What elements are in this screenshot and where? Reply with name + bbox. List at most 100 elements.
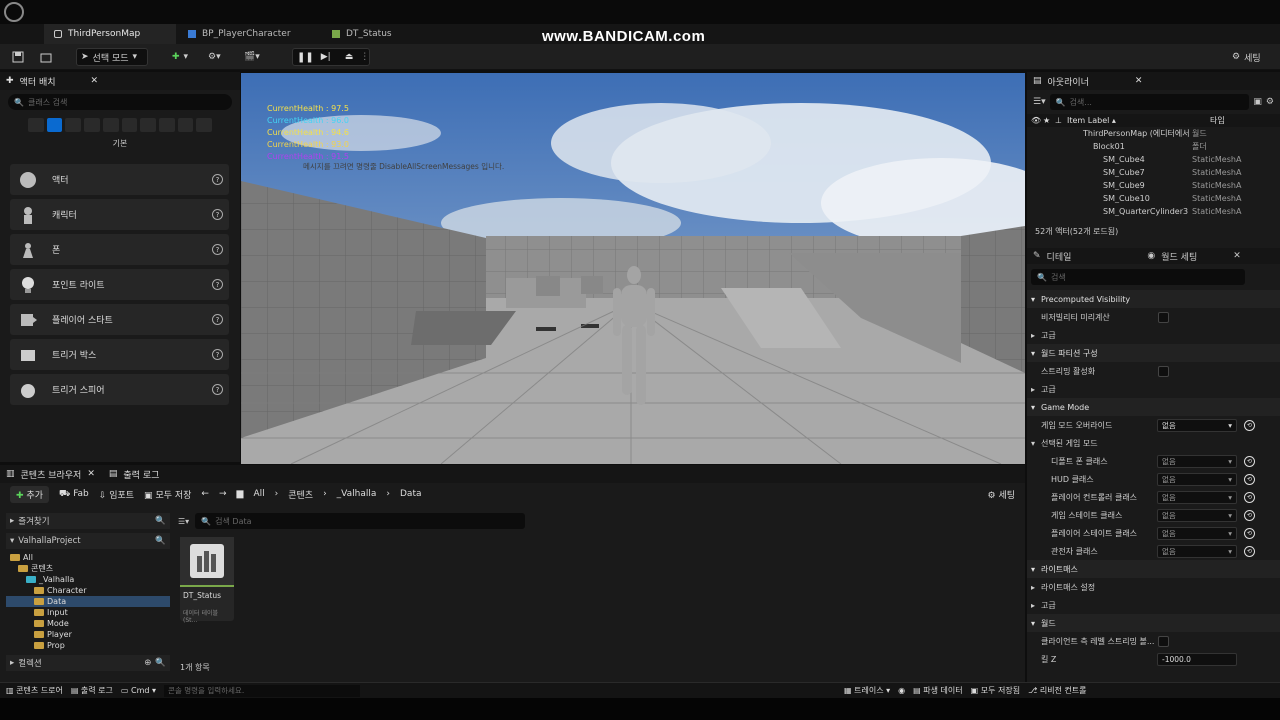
browse-arrow-icon[interactable]: ⟲ (1244, 527, 1255, 539)
unreal-logo[interactable] (4, 2, 24, 22)
class-dropdown[interactable]: 없음 ▾ (1157, 526, 1237, 540)
tab-world-settings[interactable]: 월드 세팅 (1161, 250, 1197, 263)
gear-icon[interactable]: ⚙ (1266, 97, 1274, 107)
more-icon[interactable]: ⋮ (360, 52, 369, 62)
step-icon[interactable]: ▶| (321, 52, 331, 62)
breadcrumb-data[interactable]: Data (400, 489, 422, 499)
shapes-icon[interactable] (84, 118, 100, 132)
help-icon[interactable]: ? (212, 384, 223, 395)
class-dropdown[interactable]: 없음 ▾ (1157, 454, 1237, 468)
outliner-row[interactable]: SM_QuarterCylinder3 StaticMeshA (1027, 205, 1280, 218)
visual-effects-icon[interactable] (121, 118, 138, 132)
help-icon[interactable]: ? (212, 349, 223, 360)
class-dropdown[interactable]: 없음 ▾ (1157, 418, 1237, 432)
class-dropdown[interactable]: 없음 ▾ (1157, 544, 1237, 558)
help-icon[interactable]: ? (212, 314, 223, 325)
help-icon[interactable]: ? (212, 244, 223, 255)
misc-icon[interactable] (196, 118, 213, 132)
search-icon[interactable]: 🔍 (155, 516, 166, 526)
browse-arrow-icon[interactable]: ⟲ (1244, 509, 1255, 521)
favorites-header[interactable]: ▸ 즐겨찾기 🔍 (6, 513, 170, 529)
folder-tree-item[interactable]: Data (6, 596, 170, 607)
browse-arrow-icon[interactable]: ⟲ (1244, 455, 1255, 467)
output-log-button[interactable]: ▤ 출력 로그 (71, 685, 113, 696)
volumes-icon[interactable] (158, 118, 175, 132)
all-classes-icon[interactable] (177, 118, 194, 132)
eject-icon[interactable]: ⏏ (345, 52, 354, 62)
asset-tile-dt-status[interactable]: DT_Status 데이터 테이블 (St... (180, 537, 234, 624)
actor-item-pawn[interactable]: 폰 ? (10, 234, 229, 265)
save-icon[interactable] (8, 48, 28, 66)
add-folder-icon[interactable]: ▣ (1253, 97, 1262, 107)
pin-icon[interactable]: ⊥ (1055, 116, 1067, 125)
folder-tree-item[interactable]: Input (6, 607, 170, 618)
console-input[interactable]: 콘솔 명령을 입력하세요. (164, 684, 361, 697)
settings-button[interactable]: ⚙ 세팅 (987, 488, 1015, 501)
tab-output-log[interactable]: 출력 로그 (123, 468, 159, 481)
actor-item-point-light[interactable]: 포인트 라이트 ? (10, 269, 229, 300)
actor-item-actor[interactable]: 액터 ? (10, 164, 229, 195)
details-row-section[interactable]: ▾ Precomputed Visibility (1027, 290, 1280, 308)
details-row-section[interactable]: ▾ 월드 파티션 구성 (1027, 344, 1280, 362)
folder-tree-item[interactable]: Player (6, 629, 170, 640)
project-header[interactable]: ▾ ValhallaProject 🔍 (6, 533, 170, 549)
checkbox[interactable] (1158, 635, 1169, 647)
details-row-collapsed[interactable]: ▸ 고급 (1027, 326, 1280, 344)
details-row-collapsed[interactable]: ▸ 고급 (1027, 596, 1280, 614)
revision-control-button[interactable]: ⎇ 리비전 컨트롤 (1028, 685, 1086, 696)
content-drawer-button[interactable]: ▥ 콘텐츠 드로어 (6, 685, 63, 696)
breadcrumb-valhalla[interactable]: _Valhalla (337, 489, 377, 499)
browse-icon[interactable] (36, 48, 56, 66)
save-all-status-button[interactable]: ▣ 모두 저장됨 (971, 685, 1020, 696)
breadcrumb-content[interactable]: 콘텐츠 (288, 488, 313, 501)
visibility-icon[interactable]: 👁 (1031, 116, 1043, 125)
class-dropdown[interactable]: 없음 ▾ (1157, 490, 1237, 504)
tab-details[interactable]: 디테일 (1047, 250, 1072, 263)
browse-arrow-icon[interactable]: ⟲ (1244, 491, 1255, 503)
checkbox[interactable] (1158, 311, 1169, 323)
details-row-collapsed[interactable]: ▸ 고급 (1027, 380, 1280, 398)
derived-data-button[interactable]: ▤ 파생 데이터 (913, 685, 962, 696)
outliner-row[interactable]: SM_Cube4 StaticMeshA (1027, 153, 1280, 166)
close-icon[interactable]: ✕ (1135, 76, 1143, 86)
details-row-section[interactable]: ▾ Game Mode (1027, 398, 1280, 416)
add-actor-icon[interactable]: ✚ ▾ (168, 48, 192, 66)
geometry-icon[interactable] (140, 118, 156, 132)
blueprint-menu-icon[interactable]: ⚙▾ (204, 48, 225, 66)
folder-tree-item[interactable]: Mode (6, 618, 170, 629)
outliner-row[interactable]: SM_Cube7 StaticMeshA (1027, 166, 1280, 179)
folder-tree-item[interactable]: _Valhalla (6, 574, 170, 585)
class-dropdown[interactable]: 없음 ▾ (1157, 508, 1237, 522)
tab-bp-playercharacter[interactable]: BP_PlayerCharacter (178, 24, 318, 44)
record-icon[interactable]: ◉ (898, 686, 905, 695)
folder-tree-item[interactable]: Character (6, 585, 170, 596)
cinematic-icon[interactable] (102, 118, 119, 132)
collections-header[interactable]: ▸ 컬렉션 ⊕ 🔍 (6, 655, 170, 671)
back-icon[interactable]: ← (201, 489, 209, 499)
tab-dt-status[interactable]: DT_Status (322, 24, 442, 44)
pause-icon[interactable]: ❚❚ (297, 52, 314, 63)
browse-arrow-icon[interactable]: ⟲ (1244, 545, 1255, 557)
kill-z-input[interactable]: -1000.0 (1157, 652, 1237, 666)
search-icon[interactable]: 🔍 (155, 658, 166, 668)
search-icon[interactable]: 🔍 (155, 536, 166, 546)
forward-icon[interactable]: → (219, 489, 227, 499)
outliner-search-input[interactable]: 🔍 검색... (1049, 94, 1250, 110)
class-search-input[interactable]: 🔍 클래스 검색 (8, 94, 232, 110)
close-icon[interactable]: ✕ (90, 76, 98, 86)
select-mode-dropdown[interactable]: ➤ 선택 모드 ▾ (76, 48, 148, 66)
star-icon[interactable]: ★ (1043, 116, 1055, 125)
details-row-section[interactable]: ▾ 라이트매스 (1027, 560, 1280, 578)
folder-tree-item[interactable]: Prop (6, 640, 170, 651)
details-row-section[interactable]: ▾ 월드 (1027, 614, 1280, 632)
browse-arrow-icon[interactable]: ⟲ (1244, 473, 1255, 485)
class-dropdown[interactable]: 없음 ▾ (1157, 472, 1237, 486)
actor-item-trigger-sphere[interactable]: 트리거 스피어 ? (10, 374, 229, 405)
outliner-row[interactable]: SM_Cube9 StaticMeshA (1027, 179, 1280, 192)
folder-tree-item[interactable]: All (6, 552, 170, 563)
lights-icon[interactable] (65, 118, 82, 132)
actor-item-trigger-box[interactable]: 트리거 박스 ? (10, 339, 229, 370)
basic-icon[interactable] (46, 118, 63, 132)
fab-button[interactable]: ⛟ Fab (59, 489, 89, 500)
settings-button[interactable]: ⚙ 세팅 (1228, 48, 1265, 66)
